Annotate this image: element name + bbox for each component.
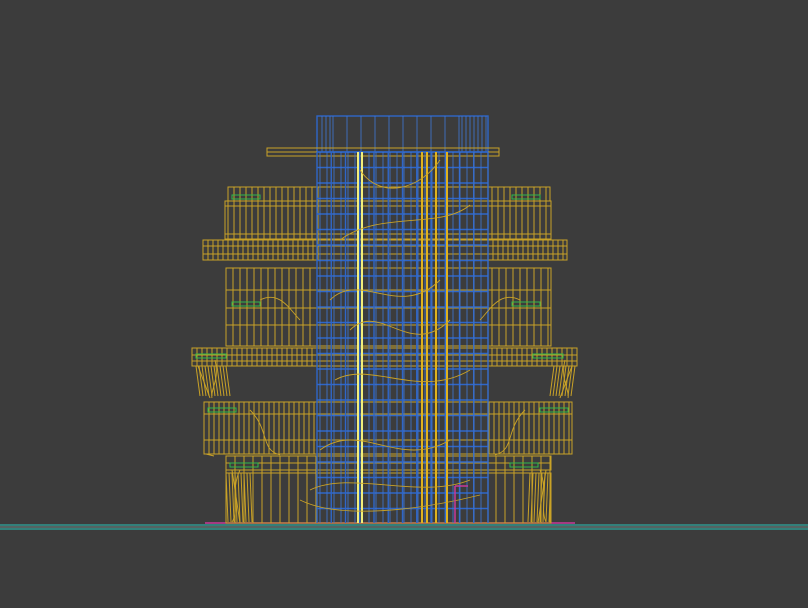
support-leg <box>536 472 540 523</box>
rooftop-core <box>316 115 489 153</box>
support-leg <box>533 472 537 523</box>
support-leg <box>545 472 549 523</box>
magenta-marker <box>454 485 468 523</box>
support-leg <box>240 472 244 523</box>
3d-viewport[interactable] <box>0 0 808 608</box>
support-leg <box>249 472 253 523</box>
core-grid <box>316 151 489 523</box>
wireframe-scene[interactable] <box>0 0 808 608</box>
support-leg <box>246 472 250 523</box>
support-leg <box>527 472 531 523</box>
support-leg <box>228 472 232 523</box>
ground-plane <box>0 522 808 530</box>
